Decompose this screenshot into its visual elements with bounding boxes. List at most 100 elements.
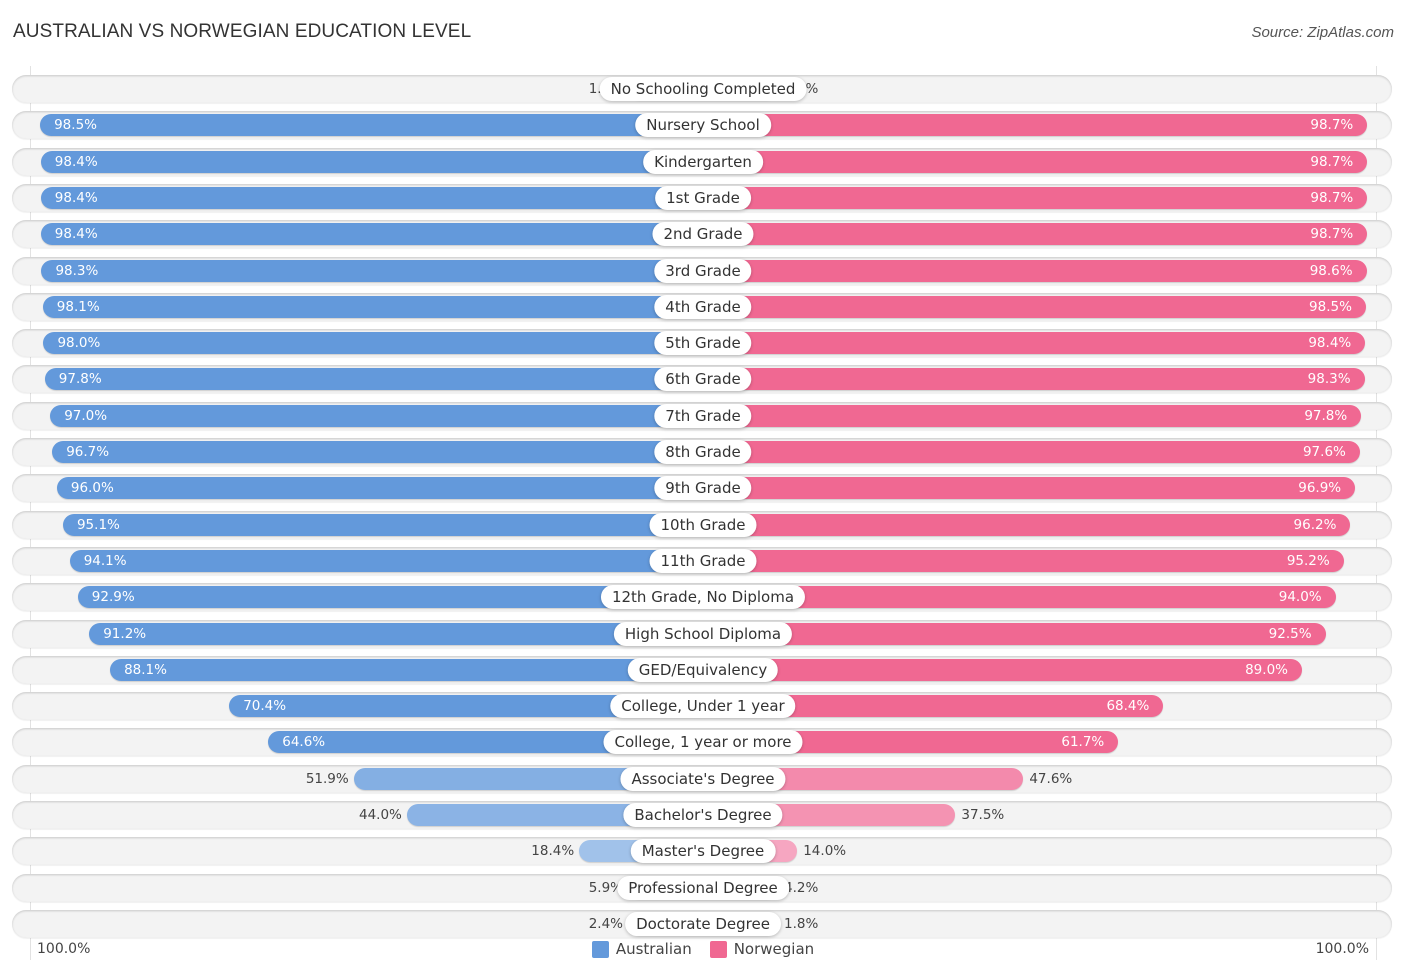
value-label-australian-nursery-school: 98.5% [54,117,97,134]
bar-norwegian-7th-grade[interactable] [703,404,1362,427]
category-label-8th-grade: 8th Grade [654,440,752,464]
chart-area: 1.6%1.3%No Schooling Completed98.5%98.7%… [0,0,1406,975]
category-label-kindergarten: Kindergarten [643,149,763,174]
value-label-australian-10th-grade: 95.1% [76,516,120,533]
category-label-2nd-grade: 2nd Grade [652,222,754,247]
value-label-australian-master-s-degree: 18.4% [531,843,575,860]
value-label-norwegian-bachelor-s-degree: 37.5% [961,807,1005,823]
legend-swatch-norwegian [709,940,727,958]
value-label-norwegian-professional-degree: 4.2% [784,879,819,896]
value-label-australian-doctorate-degree: 2.4% [588,915,623,932]
value-label-australian-7th-grade: 97.0% [64,407,108,424]
value-label-norwegian-kindergarten: 98.7% [1310,153,1354,170]
bar-norwegian-kindergarten[interactable] [703,150,1368,173]
value-label-norwegian-7th-grade: 97.8% [1304,407,1348,424]
value-label-australian-high-school-diploma: 91.2% [103,625,147,642]
value-label-norwegian-12th-grade-no-diploma: 94.0% [1278,589,1322,606]
value-label-norwegian-nursery-school: 98.7% [1310,117,1354,134]
legend: Australian Norwegian [0,940,1406,958]
value-label-norwegian-doctorate-degree: 1.8% [784,915,819,932]
value-label-australian-12th-grade-no-diploma: 92.9% [91,589,135,606]
bar-norwegian-9th-grade[interactable] [703,477,1356,500]
legend-item-norwegian[interactable]: Norwegian [709,940,815,958]
category-label-6th-grade: 6th Grade [654,367,752,392]
value-label-australian-college-under-1-year: 70.4% [243,698,287,715]
category-label-bachelor-s-degree: Bachelor's Degree [623,803,783,827]
legend-item-australian[interactable]: Australian [591,940,692,958]
bar-australian-5th-grade[interactable] [43,332,703,355]
category-label-11th-grade: 11th Grade [649,548,757,573]
category-label-3rd-grade: 3rd Grade [654,258,752,283]
value-label-norwegian-associate-s-degree: 47.6% [1029,770,1073,787]
value-label-australian-4th-grade: 98.1% [56,298,100,315]
category-label-7th-grade: 7th Grade [654,403,752,428]
value-label-norwegian-4th-grade: 98.5% [1309,298,1352,315]
value-label-norwegian-8th-grade: 97.6% [1302,444,1346,460]
category-label-professional-degree: Professional Degree [617,875,789,900]
bar-norwegian-5th-grade[interactable] [703,332,1366,355]
bar-australian-3rd-grade[interactable] [41,259,703,282]
value-label-norwegian-3rd-grade: 98.6% [1309,262,1353,279]
bar-australian-7th-grade[interactable] [50,404,703,427]
category-label-associate-s-degree: Associate's Degree [620,766,786,791]
bar-australian-1st-grade[interactable] [40,186,703,209]
category-label-doctorate-degree: Doctorate Degree [625,911,781,936]
bar-norwegian-nursery-school[interactable] [703,114,1368,137]
bar-norwegian-11th-grade[interactable] [703,549,1344,572]
bar-norwegian-6th-grade[interactable] [703,368,1365,391]
value-label-norwegian-6th-grade: 98.3% [1307,371,1351,388]
value-label-australian-6th-grade: 97.8% [58,371,102,388]
bar-norwegian-high-school-diploma[interactable] [703,622,1326,645]
value-label-australian-11th-grade: 94.1% [83,552,127,569]
value-label-norwegian-9th-grade: 96.9% [1298,480,1342,497]
category-label-9th-grade: 9th Grade [654,476,752,501]
bar-australian-10th-grade[interactable] [62,513,703,536]
bar-australian-6th-grade[interactable] [44,368,703,391]
value-label-australian-college-1-year-or-more: 64.6% [282,734,326,751]
value-label-norwegian-high-school-diploma: 92.5% [1268,625,1312,642]
value-label-norwegian-college-1-year-or-more: 61.7% [1061,734,1105,751]
bar-australian-9th-grade[interactable] [56,477,703,500]
bar-norwegian-4th-grade[interactable] [703,295,1366,318]
value-label-norwegian-college-under-1-year: 68.4% [1106,698,1150,715]
value-label-australian-kindergarten: 98.4% [54,153,98,170]
bar-norwegian-8th-grade[interactable] [703,441,1360,463]
bar-australian-ged-equivalency[interactable] [110,658,703,681]
category-label-4th-grade: 4th Grade [654,294,752,319]
category-label-12th-grade-no-diploma: 12th Grade, No Diploma [600,585,806,610]
category-label-master-s-degree: Master's Degree [630,839,776,864]
category-label-college-under-1-year: College, Under 1 year [610,694,796,719]
bar-norwegian-2nd-grade[interactable] [703,223,1368,246]
bar-australian-4th-grade[interactable] [42,295,703,318]
value-label-australian-9th-grade: 96.0% [70,480,114,497]
category-label-high-school-diploma: High School Diploma [613,621,793,646]
category-label-10th-grade: 10th Grade [649,512,757,537]
value-label-australian-ged-equivalency: 88.1% [124,661,167,678]
category-label-1st-grade: 1st Grade [655,185,751,210]
bar-australian-8th-grade[interactable] [52,441,703,463]
value-label-australian-1st-grade: 98.4% [54,189,98,206]
value-label-norwegian-11th-grade: 95.2% [1286,552,1330,569]
bar-australian-high-school-diploma[interactable] [89,622,703,645]
value-label-norwegian-1st-grade: 98.7% [1310,189,1354,206]
bar-norwegian-10th-grade[interactable] [703,513,1351,536]
value-label-australian-bachelor-s-degree: 44.0% [359,807,402,823]
value-label-norwegian-10th-grade: 96.2% [1293,516,1337,533]
value-label-australian-8th-grade: 96.7% [66,444,110,460]
bar-australian-nursery-school[interactable] [40,114,703,137]
bar-norwegian-1st-grade[interactable] [703,186,1368,209]
value-label-norwegian-2nd-grade: 98.7% [1310,226,1354,243]
value-label-norwegian-ged-equivalency: 89.0% [1245,661,1288,678]
bar-australian-kindergarten[interactable] [40,150,703,173]
value-label-australian-5th-grade: 98.0% [57,335,101,352]
category-label-ged-equivalency: GED/Equivalency [627,657,779,682]
value-label-norwegian-5th-grade: 98.4% [1308,335,1352,352]
bar-australian-2nd-grade[interactable] [40,223,703,246]
bar-norwegian-3rd-grade[interactable] [703,259,1367,282]
value-label-australian-3rd-grade: 98.3% [55,262,99,279]
bar-norwegian-ged-equivalency[interactable] [703,658,1302,681]
category-label-5th-grade: 5th Grade [654,331,752,356]
bar-australian-11th-grade[interactable] [69,549,703,572]
category-label-nursery-school: Nursery School [635,113,771,138]
legend-label-norwegian: Norwegian [733,940,815,958]
